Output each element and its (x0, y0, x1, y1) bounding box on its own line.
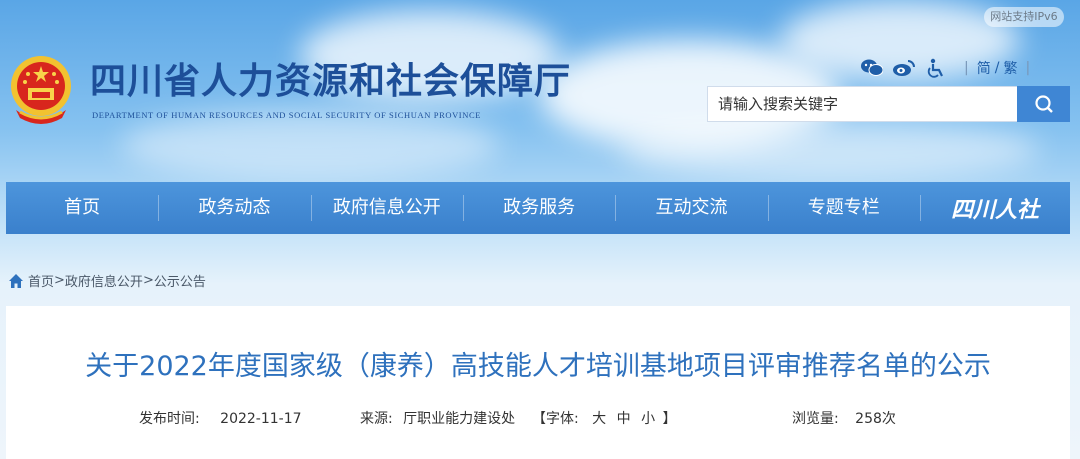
home-icon (9, 273, 23, 288)
source-label: 来源: (360, 411, 393, 427)
search-icon (1034, 95, 1053, 113)
nav-item-news[interactable]: 政务动态 (158, 182, 310, 234)
tools-divider: | (1025, 60, 1031, 76)
view-count: 浏览量: 258次 (792, 408, 902, 428)
article-panel: 关于2022年度国家级（康养）高技能人才培训基地项目评审推荐名单的公示 发布时间… (6, 306, 1070, 459)
sky-cloud (620, 120, 1040, 180)
lang-simplified-link[interactable]: 简 (977, 58, 991, 78)
font-size-label-close: 】 (662, 411, 677, 427)
search-button[interactable] (1017, 86, 1070, 122)
source-value: 厅职业能力建设处 (403, 411, 516, 427)
breadcrumb-announcements[interactable]: 公示公告 (154, 271, 206, 290)
nav-item-info-disclosure[interactable]: 政府信息公开 (310, 182, 463, 234)
nav-item-services[interactable]: 政务服务 (462, 182, 615, 234)
nav-brand-logo[interactable]: 四川人社 (919, 182, 1070, 234)
publish-time: 发布时间: 2022-11-17 (139, 408, 308, 428)
publish-date: 2022-11-17 (220, 411, 302, 427)
nav-item-topics[interactable]: 专题专栏 (767, 182, 920, 234)
views-value: 258次 (855, 411, 896, 427)
article-source: 来源: 厅职业能力建设处 (360, 408, 521, 428)
publish-label: 发布时间: (139, 411, 200, 427)
site-title: 四川省人力资源和社会保障厅 (90, 60, 572, 102)
article-title: 关于2022年度国家级（康养）高技能人才培训基地项目评审推荐名单的公示 (85, 351, 991, 382)
lang-separator: / (994, 60, 1000, 76)
sky-cloud (120, 110, 500, 180)
nav-item-home[interactable]: 首页 (6, 182, 158, 234)
breadcrumb-home[interactable]: 首页 (28, 271, 54, 290)
views-label: 浏览量: (792, 411, 839, 427)
national-emblem-logo (11, 56, 71, 124)
main-nav: 首页 政务动态 政府信息公开 政务服务 互动交流 专题专栏 四川人社 (6, 182, 1070, 234)
header-tools: | 简 / 繁 | (860, 57, 1038, 79)
search-bar (707, 86, 1070, 122)
nav-item-interaction[interactable]: 互动交流 (615, 182, 767, 234)
font-large-button[interactable]: 大 (592, 411, 606, 427)
breadcrumb: 首页 > 政府信息公开 > 公示公告 (8, 271, 206, 290)
accessibility-icon[interactable] (924, 57, 948, 79)
lang-traditional-link[interactable]: 繁 (1003, 58, 1017, 78)
wechat-icon[interactable] (860, 57, 884, 79)
breadcrumb-info-disclosure[interactable]: 政府信息公开 (65, 271, 143, 290)
breadcrumb-separator: > (54, 273, 65, 288)
breadcrumb-separator: > (142, 273, 154, 288)
font-medium-button[interactable]: 中 (617, 411, 631, 427)
tools-divider: | (964, 60, 969, 76)
font-size-label-open: 【字体: (532, 411, 579, 427)
search-input[interactable] (707, 86, 1017, 122)
site-subtitle: DEPARTMENT OF HUMAN RESOURCES AND SOCIAL… (92, 110, 482, 120)
font-small-button[interactable]: 小 (641, 411, 655, 427)
ipv6-badge: 网站支持IPv6 (984, 7, 1064, 27)
font-size-switcher: 【字体: 大 中 小 】 (532, 408, 683, 428)
weibo-icon[interactable] (892, 57, 916, 79)
